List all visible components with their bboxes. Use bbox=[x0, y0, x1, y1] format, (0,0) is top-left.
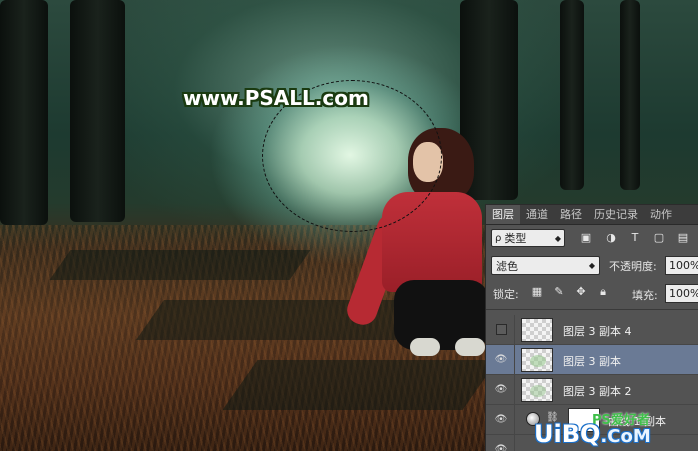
tree-trunk bbox=[70, 0, 125, 222]
shape-filter-icon[interactable]: ▢ bbox=[652, 231, 666, 245]
lock-all-icon[interactable]: 🔒︎ bbox=[596, 285, 610, 299]
chevron-updown-icon: ◆ bbox=[554, 233, 561, 243]
lock-position-icon[interactable]: ✥ bbox=[574, 285, 588, 299]
image-filter-icon[interactable]: ▣ bbox=[579, 231, 593, 245]
layer-name[interactable]: 图层 3 副本 bbox=[563, 353, 621, 369]
layer-row-selected[interactable]: 👁︎ 图层 3 副本 bbox=[486, 345, 698, 375]
text-filter-icon[interactable]: T bbox=[628, 231, 642, 245]
layer-thumbnail bbox=[521, 348, 553, 372]
layer-row[interactable]: 👁︎ 图层 3 副本 2 bbox=[486, 375, 698, 405]
fill-label: 填充: bbox=[632, 289, 658, 302]
layer-name[interactable]: 图层 3 副本 4 bbox=[563, 323, 632, 339]
tree-trunk bbox=[560, 0, 584, 190]
layer-thumbnail bbox=[521, 318, 553, 342]
eye-icon[interactable]: 👁︎ bbox=[494, 383, 508, 397]
tab-paths[interactable]: 路径 bbox=[554, 205, 588, 224]
tree-shadow bbox=[222, 360, 498, 410]
tree-shadow bbox=[49, 250, 311, 280]
layer-filter-select[interactable]: ρ 类型 ◆ bbox=[491, 229, 565, 247]
person-shoe bbox=[455, 338, 485, 356]
adjustment-filter-icon[interactable]: ◑ bbox=[604, 231, 618, 245]
tab-history[interactable]: 历史记录 bbox=[588, 205, 644, 224]
smart-object-filter-icon[interactable]: ▤ bbox=[676, 231, 690, 245]
opacity-label: 不透明度: bbox=[609, 260, 657, 273]
blend-mode-select[interactable]: 滤色 ◆ bbox=[491, 256, 600, 275]
blend-mode-value: 滤色 bbox=[496, 259, 518, 273]
divider bbox=[486, 309, 698, 310]
panel-tabs: 图层 通道 路径 历史记录 动作 bbox=[486, 205, 698, 225]
psall-watermark: www.PSALL.com bbox=[183, 86, 369, 110]
lock-transparent-icon[interactable]: ▦ bbox=[530, 285, 544, 299]
divider bbox=[514, 405, 515, 435]
divider bbox=[514, 435, 515, 451]
divider bbox=[514, 345, 515, 375]
fill-field[interactable]: 100% bbox=[665, 284, 698, 303]
tree-trunk bbox=[620, 0, 640, 190]
eye-icon[interactable]: 👁︎ bbox=[494, 353, 508, 367]
tree-trunk bbox=[0, 0, 48, 225]
opacity-field[interactable]: 100% bbox=[665, 256, 698, 275]
person-shoe bbox=[410, 338, 440, 356]
search-icon: ρ bbox=[495, 232, 502, 244]
eye-icon[interactable]: 👁︎ bbox=[494, 443, 508, 451]
lock-paint-icon[interactable]: ✎ bbox=[552, 285, 566, 299]
tab-actions[interactable]: 动作 bbox=[644, 205, 678, 224]
uibq-suffix: .CoM bbox=[600, 426, 651, 447]
divider bbox=[514, 375, 515, 405]
visibility-toggle-off[interactable] bbox=[496, 324, 507, 335]
tab-channels[interactable]: 通道 bbox=[520, 205, 554, 224]
lock-label: 锁定: bbox=[493, 288, 519, 301]
layer-row[interactable]: 图层 3 副本 4 bbox=[486, 315, 698, 345]
filter-kind-label: 类型 bbox=[504, 232, 527, 245]
tree-shadow bbox=[135, 300, 425, 340]
chevron-updown-icon: ◆ bbox=[588, 261, 595, 270]
divider bbox=[514, 315, 515, 345]
uibq-main: UiBQ bbox=[534, 420, 601, 448]
tab-layers[interactable]: 图层 bbox=[486, 205, 520, 224]
layer-name[interactable]: 图层 3 副本 2 bbox=[563, 383, 632, 399]
layer-thumbnail bbox=[521, 378, 553, 402]
uibq-watermark: UiBQ.CoM bbox=[534, 420, 651, 448]
eye-icon[interactable]: 👁︎ bbox=[494, 413, 508, 427]
